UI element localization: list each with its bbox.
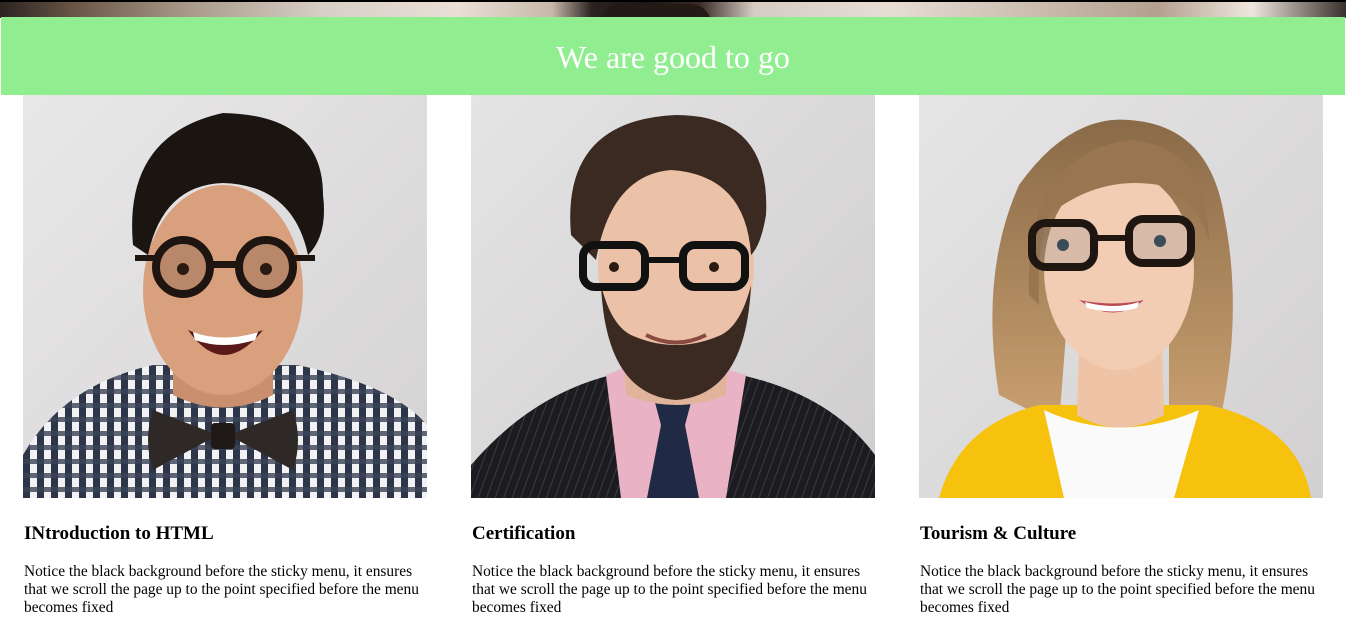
- course-card-html: INtroduction to HTML Notice the black ba…: [23, 95, 427, 617]
- page: We are good to go INtroduction to HTML N…: [0, 0, 1346, 632]
- hero-image-strip: [0, 0, 1346, 26]
- card-description: Notice the black background before the s…: [472, 563, 867, 616]
- course-card-certification: Certification Notice the black backgroun…: [471, 95, 875, 617]
- card-title: Tourism & Culture: [920, 523, 1077, 544]
- course-card-tourism: Tourism & Culture Notice the black backg…: [919, 95, 1323, 617]
- portrait-man-bowtie-image: [23, 95, 427, 498]
- card-title: INtroduction to HTML: [24, 523, 214, 544]
- banner-title: We are good to go: [556, 38, 790, 75]
- card-title: Certification: [472, 523, 576, 544]
- portrait-woman-yellow-image: [919, 95, 1323, 498]
- portrait-man-suit-image: [471, 95, 875, 498]
- card-description: Notice the black background before the s…: [920, 563, 1315, 616]
- card-description: Notice the black background before the s…: [24, 563, 419, 616]
- sticky-menu-banner: We are good to go: [1, 17, 1345, 95]
